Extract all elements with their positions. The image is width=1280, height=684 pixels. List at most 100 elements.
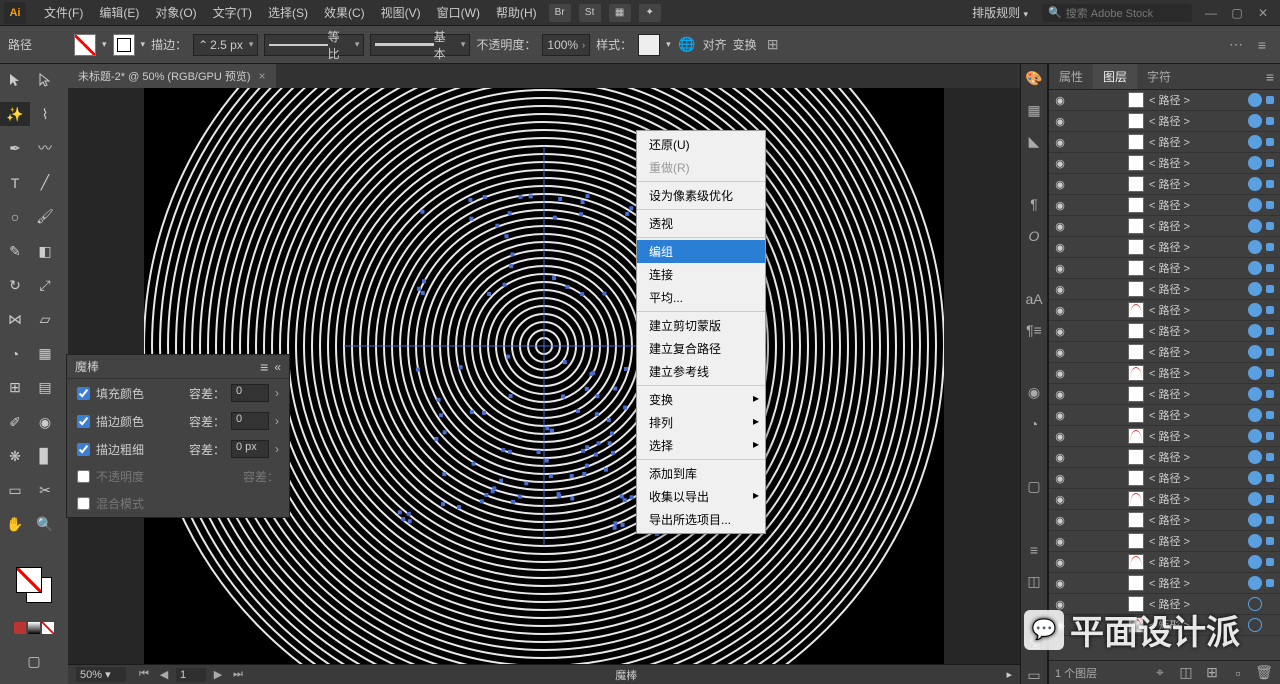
target-icon[interactable] — [1248, 345, 1262, 359]
context-menu-item[interactable]: 添加到库 — [637, 462, 765, 485]
transparency-panel-icon[interactable]: ▢ — [1024, 478, 1044, 495]
layer-row[interactable]: ◉ < 路径 > — [1049, 279, 1280, 300]
context-menu-item[interactable]: 变换▸ — [637, 388, 765, 411]
layer-row[interactable]: ◉ < 路径 > — [1049, 363, 1280, 384]
visibility-toggle[interactable]: ◉ — [1049, 94, 1071, 107]
stroke-profile-dropdown[interactable]: 等比▾ — [264, 34, 364, 56]
context-menu-item[interactable]: 平均... — [637, 286, 765, 309]
visibility-toggle[interactable]: ◉ — [1049, 283, 1071, 296]
layer-row[interactable]: ◉ < 路径 > — [1049, 174, 1280, 195]
visibility-toggle[interactable]: ◉ — [1049, 325, 1071, 338]
lasso-tool[interactable]: ⌇ — [30, 102, 60, 126]
artboard-tool[interactable]: ▭ — [0, 479, 30, 503]
tab-layers[interactable]: 图层 — [1093, 64, 1137, 89]
menu-item[interactable]: 文字(T) — [205, 0, 260, 25]
layer-row[interactable]: ◉ < 路径 > — [1049, 426, 1280, 447]
para-styles-panel-icon[interactable]: ¶≡ — [1024, 321, 1044, 338]
context-menu-item[interactable]: 连接 — [637, 263, 765, 286]
layer-row[interactable]: ◉ < 路径 > — [1049, 132, 1280, 153]
curvature-tool[interactable]: 〰 — [30, 136, 60, 160]
context-menu-item[interactable]: 收集以导出▸ — [637, 485, 765, 508]
visibility-toggle[interactable]: ◉ — [1049, 514, 1071, 527]
visibility-toggle[interactable]: ◉ — [1049, 472, 1071, 485]
magic-wand-option[interactable]: 不透明度 容差： — [67, 463, 289, 490]
zoom-input[interactable]: 50% ▾ — [76, 667, 126, 682]
visibility-toggle[interactable]: ◉ — [1049, 199, 1071, 212]
menu-item[interactable]: 编辑(E) — [91, 0, 147, 25]
arrange-docs-icon[interactable]: ▦ — [609, 4, 631, 22]
tab-character[interactable]: 字符 — [1137, 64, 1181, 89]
checkbox[interactable] — [77, 497, 90, 510]
layer-row[interactable]: ◉ < 路径 > — [1049, 300, 1280, 321]
artboards-panel-icon[interactable]: ▭ — [1024, 667, 1044, 684]
rotate-tool[interactable]: ↻ — [0, 273, 30, 297]
checkbox[interactable] — [77, 470, 90, 483]
color-panel-icon[interactable]: 🎨 — [1024, 70, 1044, 87]
screen-mode-icon[interactable]: ▢ — [0, 650, 68, 674]
layout-rules-dropdown[interactable]: 排版规则 ▾ — [964, 0, 1036, 25]
visibility-toggle[interactable]: ◉ — [1049, 577, 1071, 590]
transform-label[interactable]: 变换 — [733, 36, 757, 53]
tab-properties[interactable]: 属性 — [1049, 64, 1093, 89]
visibility-toggle[interactable]: ◉ — [1049, 241, 1071, 254]
brushes-panel-icon[interactable]: ◣ — [1024, 133, 1044, 150]
width-tool[interactable]: ⋈ — [0, 308, 30, 332]
context-menu-item[interactable]: 编组 — [637, 240, 765, 263]
target-icon[interactable] — [1248, 135, 1262, 149]
target-icon[interactable] — [1248, 534, 1262, 548]
target-icon[interactable] — [1248, 324, 1262, 338]
target-icon[interactable] — [1248, 240, 1262, 254]
target-icon[interactable] — [1248, 471, 1262, 485]
context-menu-item[interactable]: 建立复合路径 — [637, 337, 765, 360]
free-transform-tool[interactable]: ▱ — [30, 308, 60, 332]
clip-mask-icon[interactable]: ◫ — [1176, 663, 1196, 683]
menu-item[interactable]: 对象(O) — [147, 0, 204, 25]
menu-item[interactable]: 窗口(W) — [429, 0, 488, 25]
target-icon[interactable] — [1248, 177, 1262, 191]
visibility-toggle[interactable]: ◉ — [1049, 157, 1071, 170]
checkbox[interactable] — [77, 415, 90, 428]
magic-wand-option[interactable]: 填充颜色 容差： 0› — [67, 379, 289, 407]
context-menu-item[interactable]: 建立剪切蒙版 — [637, 314, 765, 337]
context-menu-item[interactable]: 设为像素级优化 — [637, 184, 765, 207]
ellipse-tool[interactable]: ○ — [0, 205, 30, 229]
visibility-toggle[interactable]: ◉ — [1049, 493, 1071, 506]
type-tool[interactable]: T — [0, 171, 30, 195]
visibility-toggle[interactable]: ◉ — [1049, 346, 1071, 359]
char-styles-panel-icon[interactable]: aA — [1024, 290, 1044, 307]
window-close[interactable]: ✕ — [1252, 6, 1274, 20]
layer-row[interactable]: ◉ < 路径 > — [1049, 216, 1280, 237]
visibility-toggle[interactable]: ◉ — [1049, 451, 1071, 464]
control-more-icon[interactable]: ⋯ — [1226, 35, 1246, 55]
layer-row[interactable]: ◉ < 路径 > — [1049, 510, 1280, 531]
menu-item[interactable]: 文件(F) — [36, 0, 91, 25]
target-icon[interactable] — [1248, 219, 1262, 233]
target-icon[interactable] — [1248, 492, 1262, 506]
context-menu-item[interactable]: 透视 — [637, 212, 765, 235]
magic-wand-option[interactable]: 描边粗细 容差： 0 px› — [67, 435, 289, 463]
window-maximize[interactable]: ▢ — [1226, 6, 1248, 20]
layer-row[interactable]: ◉ < 路径 > — [1049, 405, 1280, 426]
magic-wand-tool[interactable]: ✨ — [0, 102, 30, 126]
target-icon[interactable] — [1248, 555, 1262, 569]
magic-wand-option[interactable]: 混合模式 — [67, 490, 289, 517]
panel-menu-icon[interactable]: ≡ — [260, 359, 268, 375]
visibility-toggle[interactable]: ◉ — [1049, 220, 1071, 233]
fill-stroke-wells[interactable] — [14, 565, 54, 605]
layer-row[interactable]: ◉ < 路径 > — [1049, 447, 1280, 468]
blend-tool[interactable]: ◉ — [30, 410, 60, 434]
checkbox[interactable] — [77, 443, 90, 456]
opacity-input[interactable]: 100%› — [542, 34, 590, 56]
graphic-styles-panel-icon[interactable]: ◔ — [1024, 415, 1044, 432]
gradient-mode-icon[interactable] — [28, 622, 40, 634]
visibility-toggle[interactable]: ◉ — [1049, 367, 1071, 380]
magic-wand-option[interactable]: 描边颜色 容差： 0› — [67, 407, 289, 435]
layer-row[interactable]: ◉ < 路径 > — [1049, 90, 1280, 111]
graph-tool[interactable]: ▊ — [30, 444, 60, 468]
visibility-toggle[interactable]: ◉ — [1049, 556, 1071, 569]
target-icon[interactable] — [1248, 261, 1262, 275]
eraser-tool[interactable]: ◧ — [30, 239, 60, 263]
recolor-icon[interactable]: 🌐 — [677, 35, 697, 55]
menu-item[interactable]: 效果(C) — [316, 0, 373, 25]
fill-swatch[interactable] — [74, 34, 96, 56]
